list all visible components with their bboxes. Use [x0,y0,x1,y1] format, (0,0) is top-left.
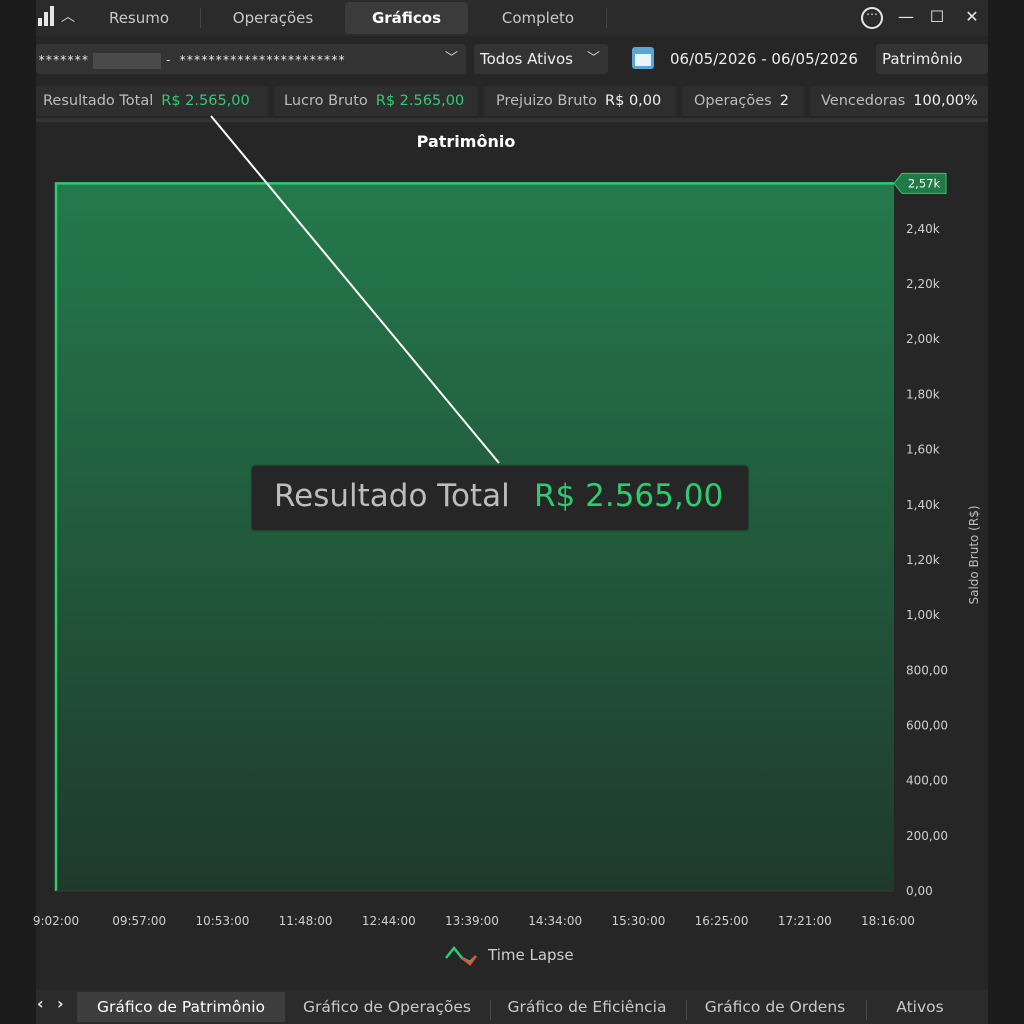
x-tick-label: 9:02:00 [33,914,79,928]
x-tick-label: 17:21:00 [778,914,832,928]
tab-divider [686,1000,687,1020]
x-tick-label: 18:16:00 [861,914,915,928]
x-tick-label: 15:30:00 [611,914,665,928]
y-tick-label: 800,00 [906,663,948,677]
y-tick-label: 600,00 [906,718,948,732]
callout-label: Resultado Total [274,478,510,514]
tab-ativos[interactable]: Ativos [876,992,964,1022]
y-tick-label: 2,00k [906,332,940,346]
y-axis-title: Saldo Bruto (R$) [967,505,981,604]
tab-divider [866,1000,867,1020]
line-chart-legend-icon [445,945,477,966]
x-tick-label: 16:25:00 [695,914,749,928]
x-tick-label: 13:39:00 [445,914,499,928]
tab-divider [490,1000,491,1020]
y-tick-label: 1,60k [906,443,940,457]
next-tab-arrow[interactable]: › [57,994,64,1013]
x-tick-label: 14:34:00 [528,914,582,928]
tab-grafico-eficiencia[interactable]: Gráfico de Eficiência [500,992,674,1022]
y-tick-label: 2,20k [906,277,940,291]
y-tick-label: 1,40k [906,498,940,512]
x-tick-label: 11:48:00 [279,914,333,928]
x-tick-label: 12:44:00 [362,914,416,928]
callout-value: R$ 2.565,00 [534,478,724,514]
y-tick-label: 1,00k [906,608,940,622]
tab-grafico-patrimonio[interactable]: Gráfico de Patrimônio [77,992,285,1022]
x-tick-label: 09:57:00 [112,914,166,928]
tab-grafico-operacoes[interactable]: Gráfico de Operações [292,992,482,1022]
y-tick-label: 1,80k [906,387,940,401]
resultado-total-callout: Resultado Total R$ 2.565,00 [252,466,748,530]
y-tick-label: 400,00 [906,774,948,788]
y-tick-label: 2,40k [906,222,940,236]
chart-legend[interactable]: Time Lapse [444,942,574,968]
prev-tab-arrow[interactable]: ‹ [37,994,44,1013]
y-tick-label: 0,00 [906,884,933,898]
current-value-label: 2,57k [908,176,941,190]
x-tick-label: 10:53:00 [195,914,249,928]
y-tick-label: 1,20k [906,553,940,567]
legend-series-name: Time Lapse [488,946,574,964]
equity-area [56,183,894,891]
y-tick-label: 200,00 [906,829,948,843]
tab-grafico-ordens[interactable]: Gráfico de Ordens [696,992,854,1022]
